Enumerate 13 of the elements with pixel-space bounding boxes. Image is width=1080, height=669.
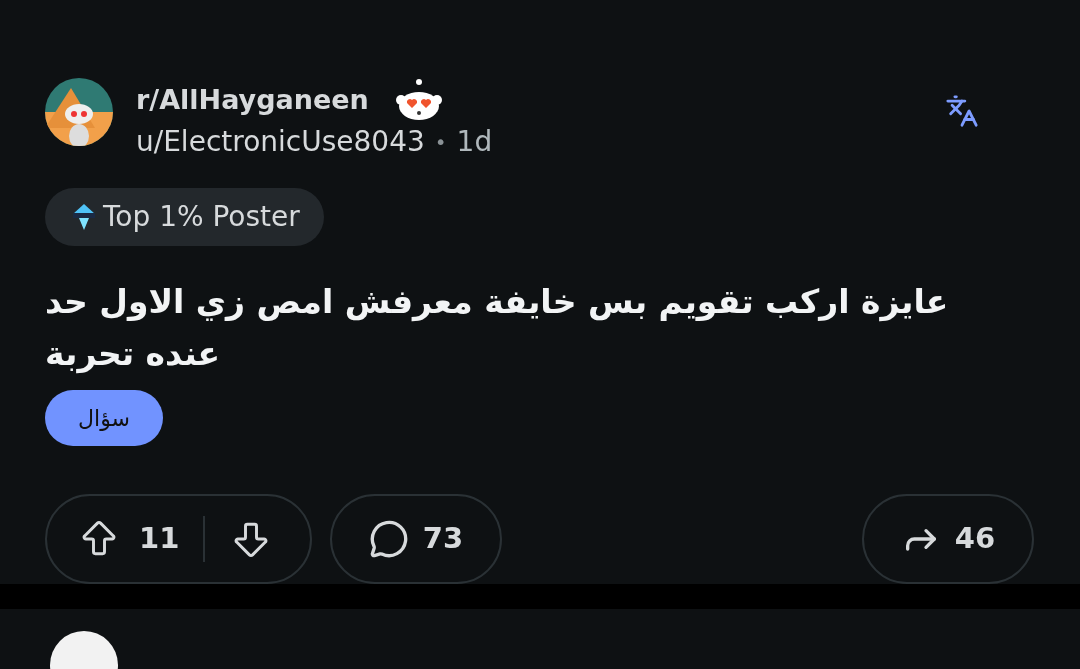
author-name[interactable]: u/ElectronicUse8043 [136, 124, 425, 160]
vote-count: 11 [139, 520, 180, 558]
post-title[interactable]: عايزة اركب تقويم بس خايفة معرفش امص زي الاول حد عنده تحربة [45, 276, 985, 380]
subreddit-name[interactable]: r/AllHayganeen [136, 83, 369, 117]
separator-dot: • [434, 129, 447, 156]
snoo-heart-eyes-icon [394, 78, 443, 122]
post-age: 1d [456, 124, 493, 160]
share-button[interactable]: 46 [862, 494, 1034, 584]
achievement-badge[interactable]: Top 1% Poster [45, 188, 324, 246]
translate-icon[interactable] [945, 94, 979, 128]
post-flair[interactable]: سؤال [45, 390, 163, 446]
comment-icon [368, 519, 409, 559]
comments-button[interactable]: 73 [330, 494, 502, 584]
